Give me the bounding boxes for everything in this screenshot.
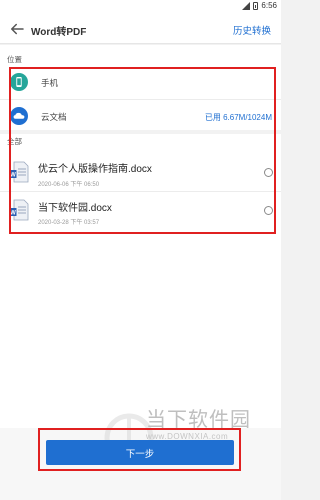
word-file-icon: W (9, 199, 29, 221)
status-icons: 6:56 (242, 1, 277, 10)
phone-icon (10, 73, 28, 91)
page-title: Word转PDF (31, 27, 87, 38)
watermark-text: 当下软件园 (146, 407, 251, 431)
signal-icon (242, 1, 251, 10)
battery-icon (253, 1, 259, 10)
status-time: 6:56 (261, 1, 277, 10)
file-name: 优云个人版操作指南.docx (38, 164, 152, 175)
back-arrow-icon[interactable] (8, 20, 26, 38)
location-item-cloud[interactable]: 云文档 已用 6.67M/1024M (0, 101, 281, 131)
location-section-label: 位置 (7, 55, 22, 64)
content-area: 位置 手机 云文档 已用 6.67M/1024M 全部 W 优云个人版操作指南.… (0, 45, 281, 428)
svg-text:W: W (10, 173, 16, 179)
files-section-label: 全部 (7, 137, 22, 146)
file-select-radio[interactable] (264, 206, 273, 215)
next-step-button[interactable]: 下一步 (46, 440, 234, 465)
divider (0, 99, 281, 100)
file-select-radio[interactable] (264, 168, 273, 177)
cloud-storage-usage: 已用 6.67M/1024M (204, 113, 272, 122)
app-bar: Word转PDF 历史转换 (0, 14, 281, 44)
file-date: 2020-06-06 下午 06:50 (38, 182, 100, 188)
cloud-icon (10, 107, 28, 125)
location-item-phone[interactable]: 手机 (0, 69, 281, 97)
svg-text:W: W (10, 211, 16, 217)
section-divider (0, 130, 281, 134)
file-name: 当下软件园.docx (38, 203, 112, 214)
status-bar: 6:56 (0, 0, 281, 14)
location-label-cloud: 云文档 (41, 112, 67, 122)
file-date: 2020-03-28 下午 03:57 (38, 220, 100, 226)
file-list-item[interactable]: W 当下软件园.docx 2020-03-28 下午 03:57 (0, 191, 281, 229)
file-list-item[interactable]: W 优云个人版操作指南.docx 2020-06-06 下午 06:50 (0, 151, 281, 189)
location-label-phone: 手机 (41, 78, 59, 88)
next-step-label: 下一步 (125, 448, 155, 460)
word-file-icon: W (9, 161, 29, 183)
history-conversion-link[interactable]: 历史转换 (233, 23, 271, 37)
